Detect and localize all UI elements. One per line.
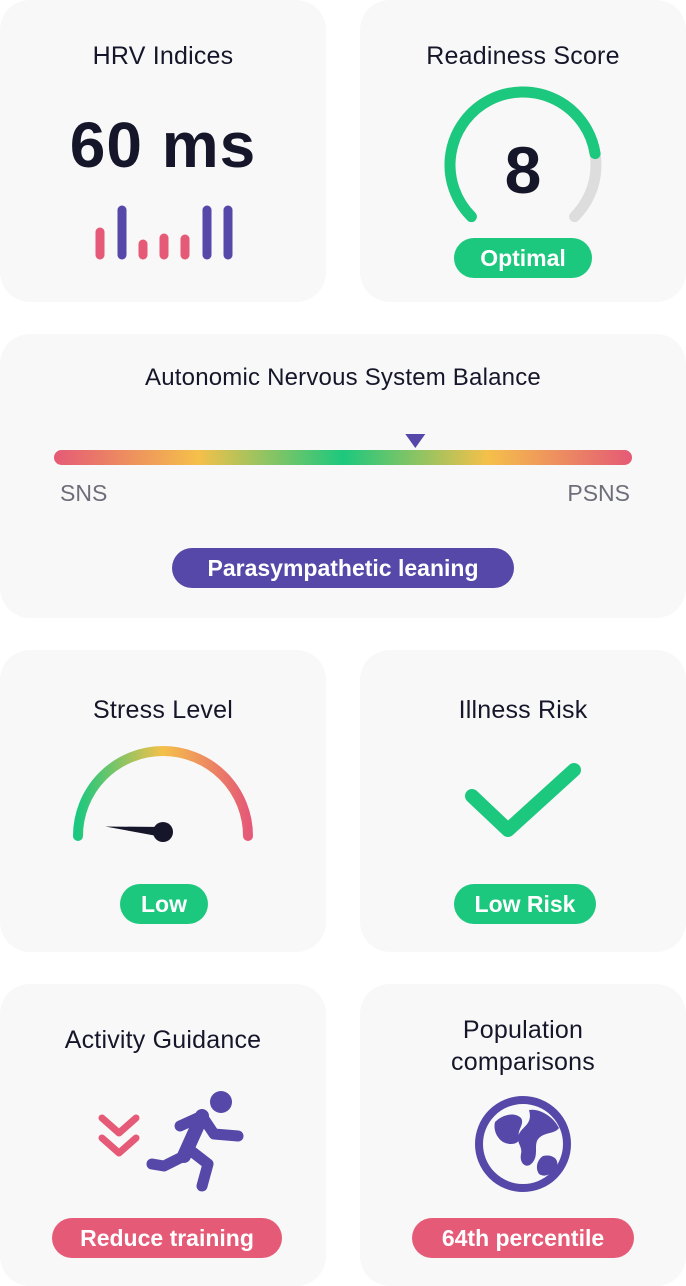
readiness-title: Readiness Score — [426, 42, 620, 70]
ans-balance-title: Autonomic Nervous System Balance — [145, 364, 541, 391]
readiness-card[interactable]: Readiness Score 8 Optimal — [360, 0, 686, 302]
stress-badge: Low — [120, 884, 208, 924]
running-person-icon — [146, 1091, 244, 1192]
readiness-value: 8 — [504, 133, 542, 207]
checkmark-icon — [465, 763, 581, 837]
stress-card[interactable]: Stress Level Low — [0, 650, 326, 952]
activity-title: Activity Guidance — [64, 1026, 262, 1054]
population-title-line2: comparisons — [451, 1048, 595, 1076]
population-card[interactable]: Population comparisons 64th percentile — [360, 984, 686, 1286]
stress-gauge — [73, 746, 253, 842]
ans-left-label: SNS — [60, 480, 108, 506]
population-badge: 64th percentile — [412, 1218, 634, 1258]
hrv-card[interactable]: HRV Indices 60 ms — [0, 0, 326, 302]
ans-balance-track — [54, 450, 632, 465]
bar-chart-icon — [95, 205, 233, 260]
activity-card[interactable]: Activity Guidance Reduce training — [0, 984, 326, 1286]
ans-balance-card[interactable]: Autonomic Nervous System Balance SNS PSN… — [0, 334, 686, 618]
ans-balance-marker — [405, 434, 426, 448]
illness-badge: Low Risk — [454, 884, 596, 924]
hrv-title: HRV Indices — [92, 42, 234, 70]
globe-icon — [475, 1096, 571, 1192]
chevron-double-down-icon — [98, 1114, 140, 1157]
illness-card[interactable]: Illness Risk Low Risk — [360, 650, 686, 952]
illness-title: Illness Risk — [458, 696, 588, 724]
ans-balance-badge: Parasympathetic leaning — [172, 548, 514, 588]
stress-gauge-hub — [153, 822, 173, 842]
stress-title: Stress Level — [93, 696, 233, 724]
hrv-value: 60 ms — [69, 109, 257, 181]
readiness-badge: Optimal — [454, 238, 592, 278]
ans-right-label: PSNS — [567, 480, 630, 506]
activity-badge: Reduce training — [52, 1218, 282, 1258]
population-title-line1: Population — [462, 1016, 584, 1044]
